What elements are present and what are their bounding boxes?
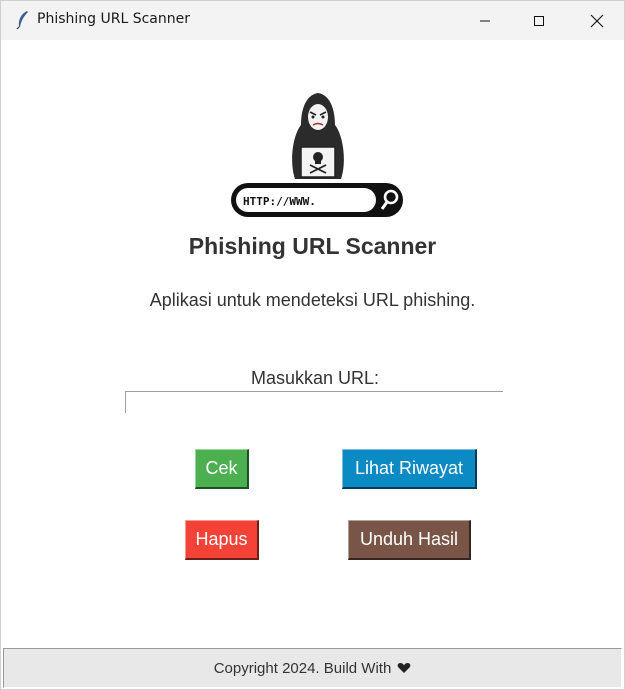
maximize-icon bbox=[534, 15, 544, 26]
view-history-button[interactable]: Lihat Riwayat bbox=[342, 449, 477, 489]
minimize-button[interactable] bbox=[462, 1, 508, 40]
footer: Copyright 2024. Build With bbox=[3, 648, 622, 688]
url-label: Masukkan URL: bbox=[250, 368, 380, 388]
title-bar[interactable]: Phishing URL Scanner bbox=[1, 1, 624, 40]
close-icon bbox=[590, 14, 604, 27]
page-subtitle: Aplikasi untuk mendeteksi URL phishing. bbox=[149, 290, 476, 310]
footer-text: Copyright 2024. Build With bbox=[213, 659, 392, 677]
feather-icon bbox=[16, 11, 28, 30]
cek-button[interactable]: Cek bbox=[195, 449, 249, 489]
window-title: Phishing URL Scanner bbox=[37, 11, 190, 27]
download-results-button[interactable]: Unduh Hasil bbox=[348, 520, 471, 560]
heart-icon bbox=[397, 663, 411, 673]
url-input[interactable] bbox=[125, 391, 503, 413]
clear-button[interactable]: Hapus bbox=[185, 520, 259, 560]
hacker-url-logo: HTTP://WWW. bbox=[231, 93, 403, 217]
close-button[interactable] bbox=[574, 1, 620, 40]
page-title: Phishing URL Scanner bbox=[188, 233, 437, 259]
minimize-icon bbox=[480, 20, 490, 21]
logo-url-text: HTTP://WWW. bbox=[243, 195, 316, 208]
maximize-button[interactable] bbox=[516, 1, 562, 40]
app-window: Phishing URL Scanner HTTP://WWW. Phishin… bbox=[0, 0, 625, 690]
